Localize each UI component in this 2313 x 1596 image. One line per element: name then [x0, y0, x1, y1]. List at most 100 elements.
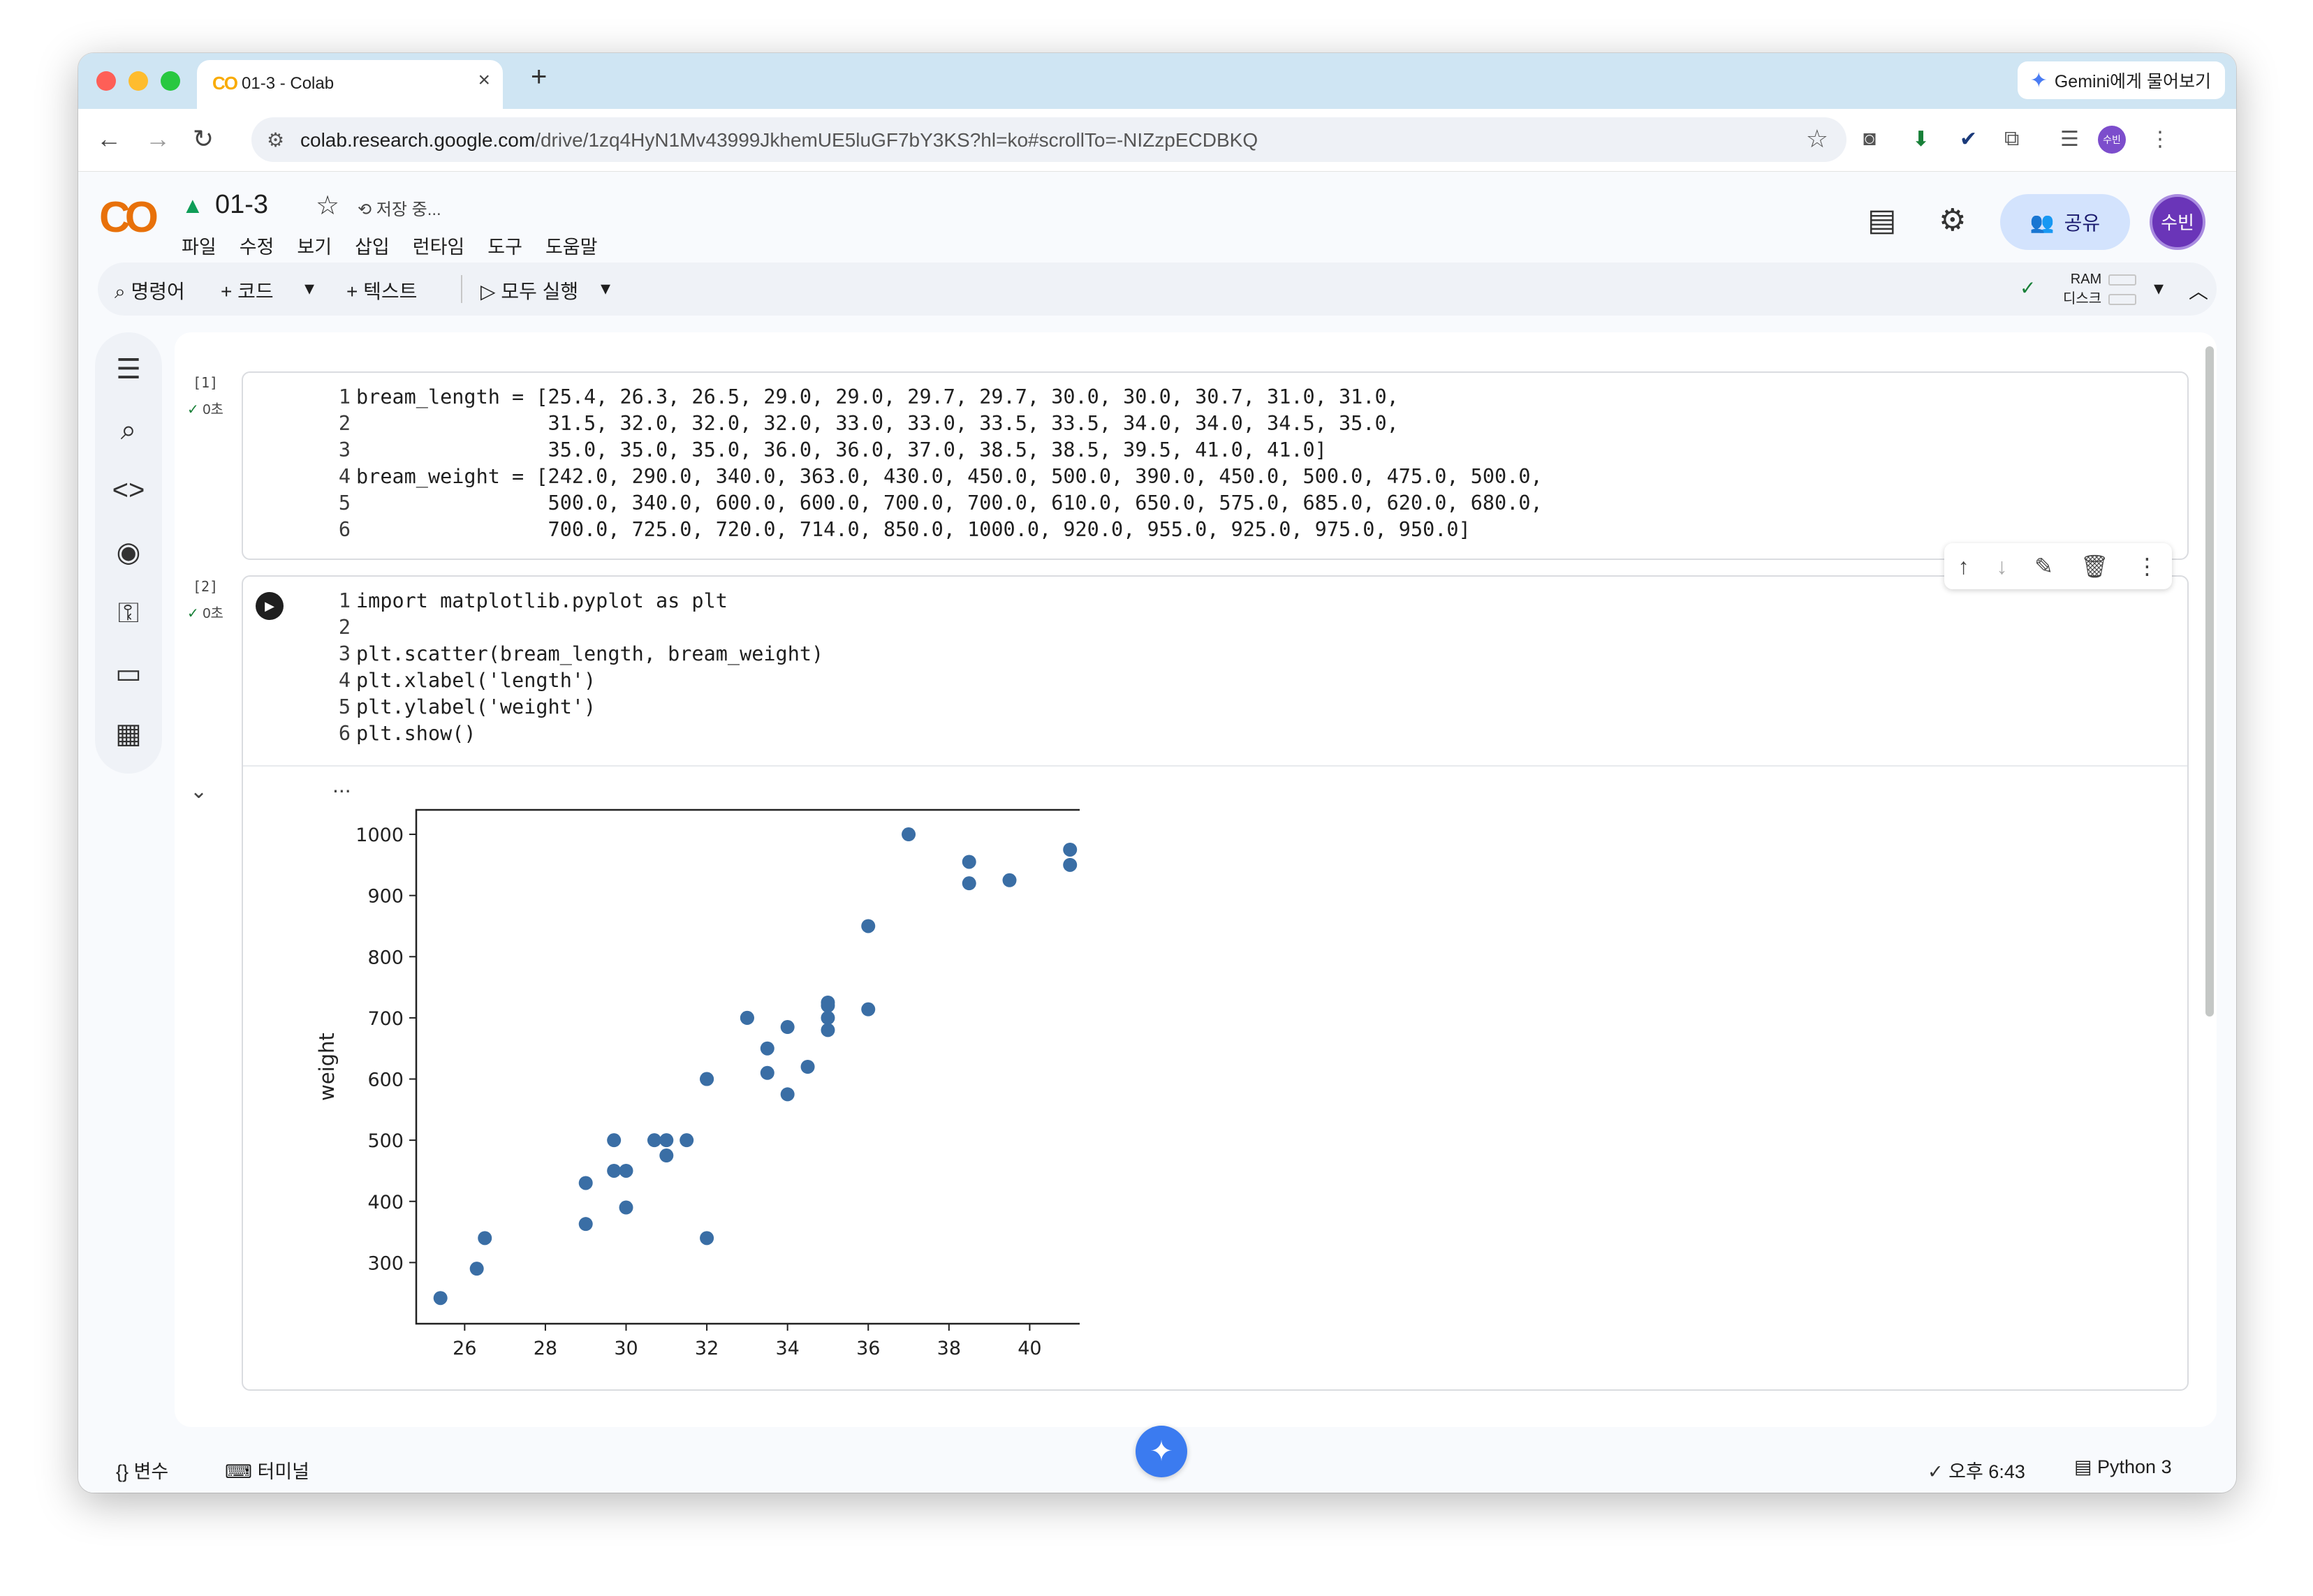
reload-icon[interactable]: ↻	[193, 124, 214, 154]
new-tab-button[interactable]: +	[531, 61, 547, 93]
server-icon: ▤	[2074, 1456, 2098, 1477]
menu-insert[interactable]: 삽입	[355, 232, 390, 259]
check-icon: ✓	[1928, 1461, 1949, 1482]
data-point	[680, 1133, 694, 1148]
runtime-options-dropdown-icon[interactable]: ▾	[2154, 276, 2164, 300]
disk-usage-bar	[2108, 293, 2137, 305]
code-line: 4 bream_weight = [242.0, 290.0, 340.0, 36…	[338, 465, 1543, 488]
notebook-scrollbar[interactable]	[2205, 346, 2214, 1017]
zoom-window-button[interactable]	[161, 71, 180, 91]
menu-runtime[interactable]: 런타임	[413, 232, 465, 259]
browser-menu-icon[interactable]: ⋮	[2150, 127, 2171, 152]
google-drive-icon[interactable]: ▲	[182, 193, 204, 219]
menu-view[interactable]: 보기	[297, 232, 332, 259]
settings-gear-icon[interactable]: ⚙	[1939, 202, 1966, 238]
data-table-icon[interactable]: ▦	[95, 718, 162, 750]
media-queue-icon[interactable]: ☰	[2060, 127, 2079, 152]
files-folder-icon[interactable]: ▭	[95, 658, 162, 690]
data-point	[902, 827, 916, 842]
edit-pencil-icon[interactable]: ✎	[2034, 553, 2053, 579]
camera-icon[interactable]: ◙	[1863, 127, 1876, 151]
terminal-button[interactable]: ⌨ 터미널	[225, 1456, 309, 1484]
success-check-icon: ✓	[187, 606, 203, 621]
code-snippets-icon[interactable]: <>	[95, 475, 162, 506]
run-cell-button[interactable]: ▶	[256, 592, 284, 620]
last-run-status[interactable]: ✓ 오후 6:43	[1928, 1456, 2025, 1484]
side-rail: ☰ ⌕ <> ◉ ⚿ ▭ ▦	[95, 332, 162, 774]
plot-frame	[415, 808, 1080, 1325]
x-tick-label: 30	[614, 1338, 638, 1359]
star-notebook-icon[interactable]: ☆	[316, 190, 339, 221]
bookmark-star-icon[interactable]: ☆	[1806, 124, 1828, 154]
tab-title: 01-3 - Colab	[242, 74, 335, 93]
url-text[interactable]: colab.research.google.com/drive/1zq4HyN1…	[300, 129, 1258, 152]
code-editor[interactable]: 1 bream_length = [25.4, 26.3, 26.5, 29.0,…	[327, 384, 1543, 543]
colab-logo[interactable]: CO	[99, 193, 159, 242]
close-window-button[interactable]	[96, 71, 116, 91]
move-cell-up-icon[interactable]: ↑	[1958, 554, 1969, 579]
code-cell[interactable]: 1 bream_length = [25.4, 26.3, 26.5, 29.0,…	[242, 371, 2189, 560]
more-options-icon[interactable]: ⋮	[2136, 553, 2159, 579]
delete-cell-icon[interactable]: 🗑	[2080, 553, 2109, 579]
secrets-key-icon[interactable]: ⚿	[95, 598, 162, 629]
data-point	[1002, 873, 1017, 887]
y-tick-label: 700	[367, 1008, 404, 1030]
code-line: 3 35.0, 35.0, 35.0, 36.0, 36.0, 37.0, 38…	[338, 438, 1327, 461]
download-icon[interactable]: ⬇	[1912, 127, 1930, 152]
gemini-fab-button[interactable]: ✦	[1136, 1426, 1187, 1477]
site-settings-icon[interactable]: ⚙	[267, 128, 284, 152]
y-tick-label: 600	[367, 1070, 404, 1091]
account-avatar[interactable]: 수빈	[2150, 194, 2205, 250]
collapse-header-icon[interactable]: ︿	[2189, 276, 2208, 304]
notebook-title[interactable]: 01-3	[215, 190, 268, 220]
command-palette-button[interactable]: ⌕ 명령어	[115, 276, 185, 304]
variable-inspector-icon[interactable]: ◉	[95, 536, 162, 568]
data-point	[861, 919, 876, 933]
browser-tab[interactable]: CO 01-3 - Colab ×	[197, 60, 503, 109]
forward-arrow-icon[interactable]: →	[145, 124, 170, 154]
variables-button[interactable]: {} 변수	[116, 1456, 168, 1484]
x-tick-label: 32	[695, 1338, 719, 1359]
save-status: ⟲ 저장 중...	[358, 200, 441, 219]
menu-file[interactable]: 파일	[182, 232, 216, 259]
runtime-indicator[interactable]: ▤ Python 3	[2074, 1456, 2172, 1478]
menu-tools[interactable]: 도구	[487, 232, 522, 259]
ask-gemini-button[interactable]: ✦ Gemini에게 물어보기	[2017, 61, 2225, 99]
run-all-button[interactable]: ▷ 모두 실행	[480, 276, 578, 304]
resource-monitor[interactable]: RAM 디스크	[2063, 269, 2137, 309]
connected-check-icon: ✓	[2020, 277, 2036, 299]
menu-edit[interactable]: 수정	[240, 232, 274, 259]
profile-avatar-small[interactable]: 수빈	[2098, 126, 2126, 154]
collapse-output-icon[interactable]: ⌄	[190, 779, 207, 804]
data-point	[619, 1200, 633, 1215]
data-point	[647, 1133, 661, 1148]
play-icon: ▷	[480, 281, 501, 302]
people-icon: 👥	[2029, 211, 2055, 233]
table-of-contents-icon[interactable]: ☰	[95, 353, 162, 385]
code-line: 6 700.0, 725.0, 720.0, 714.0, 850.0, 100…	[338, 518, 1471, 541]
cell-toolbar: ↑ ↓ ✎ 🗑 ⋮	[1944, 543, 2172, 589]
add-code-dropdown-icon[interactable]: ▾	[304, 276, 314, 300]
code-line: 2 31.5, 32.0, 32.0, 32.0, 33.0, 33.0, 33…	[338, 412, 1399, 435]
add-text-cell-button[interactable]: + 텍스트	[346, 276, 417, 304]
add-code-cell-button[interactable]: + 코드	[221, 276, 274, 304]
data-point	[780, 1087, 795, 1102]
data-point	[821, 1023, 835, 1037]
comments-icon[interactable]: ▤	[1867, 202, 1897, 238]
share-button[interactable]: 👥 공유	[2000, 194, 2130, 250]
find-replace-icon[interactable]: ⌕	[95, 415, 162, 446]
menu-bar: 파일 수정 보기 삽입 런타임 도구 도움말	[182, 232, 598, 259]
command-bar: ⌕ 명령어 + 코드 ▾ + 텍스트 ▷ 모두 실행 ▾ ✓ RAM 디스크 ▾…	[98, 263, 2217, 316]
plus-icon: +	[346, 281, 364, 302]
menu-help[interactable]: 도움말	[545, 232, 598, 259]
move-cell-down-icon[interactable]: ↓	[1996, 554, 2007, 579]
data-point	[659, 1133, 674, 1148]
extensions-puzzle-icon[interactable]: ⧉	[2004, 127, 2019, 151]
address-bar[interactable]: ⚙ colab.research.google.com/drive/1zq4Hy…	[251, 117, 1846, 162]
tab-close-icon[interactable]: ×	[478, 68, 490, 92]
run-all-dropdown-icon[interactable]: ▾	[601, 276, 610, 300]
code-editor[interactable]: 1 import matplotlib.pyplot as plt 2 3 plt.sc…	[327, 588, 823, 747]
verified-check-icon[interactable]: ✔	[1960, 127, 1977, 152]
minimize-window-button[interactable]	[128, 71, 148, 91]
back-arrow-icon[interactable]: ←	[96, 124, 122, 154]
